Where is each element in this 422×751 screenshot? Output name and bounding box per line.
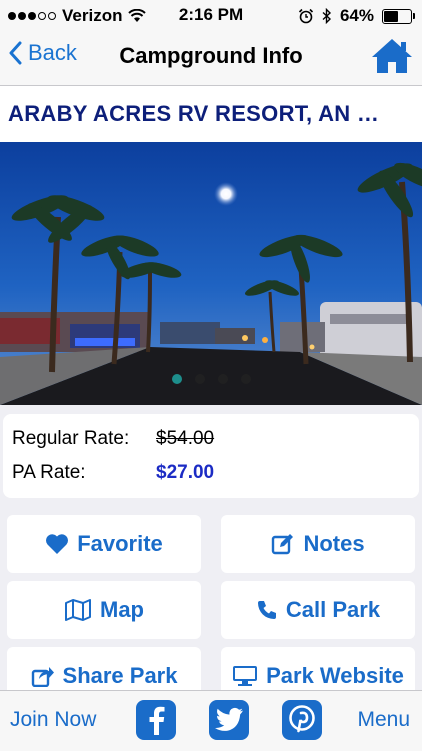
battery-percent: 64% (339, 6, 374, 25)
edit-note-icon (272, 534, 294, 555)
pa-rate-row: PA Rate: $27.00 (12, 462, 214, 484)
rates-card: Regular Rate: $54.00 PA Rate: $27.00 (3, 414, 419, 498)
facebook-icon (149, 706, 165, 735)
carousel-dot[interactable] (194, 374, 205, 384)
notes-label: Notes (303, 531, 365, 556)
back-button[interactable]: Back (8, 40, 77, 66)
park-website-label: Park Website (266, 663, 404, 688)
call-park-button[interactable]: Call Park (221, 581, 415, 639)
facebook-button[interactable] (136, 700, 176, 740)
twitter-icon (215, 707, 243, 731)
map-label: Map (100, 597, 144, 622)
favorite-button[interactable]: Favorite (7, 515, 201, 573)
regular-rate-label: Regular Rate: (12, 428, 130, 449)
park-name-header: ARABY ACRES RV RESORT, AN … (0, 86, 422, 142)
carousel-dot[interactable] (217, 374, 228, 384)
status-right: 64% (298, 6, 415, 26)
pa-rate-value: $27.00 (156, 462, 215, 483)
carousel-dot[interactable] (171, 374, 182, 384)
bottom-toolbar: Join Now Menu (0, 690, 422, 751)
desktop-icon (233, 666, 258, 686)
park-name: ARABY ACRES RV RESORT, AN … (8, 101, 380, 126)
back-label: Back (28, 40, 77, 65)
call-park-label: Call Park (285, 597, 381, 622)
heart-icon (46, 534, 69, 554)
chevron-left-icon (9, 41, 22, 65)
regular-rate-value: $54.00 (156, 428, 215, 449)
campground-photo[interactable] (0, 142, 422, 405)
join-now-link[interactable]: Join Now (10, 708, 96, 732)
home-icon (372, 39, 412, 73)
share-park-label: Share Park (62, 663, 178, 688)
photo-scene (0, 142, 422, 405)
pinterest-icon (289, 705, 315, 733)
favorite-label: Favorite (77, 531, 163, 556)
battery-icon (382, 8, 415, 24)
map-icon (65, 599, 91, 621)
twitter-button[interactable] (209, 700, 249, 740)
alarm-clock-icon (298, 8, 314, 24)
carousel-dot[interactable] (240, 374, 251, 384)
bluetooth-icon (322, 8, 331, 24)
pa-rate-label: PA Rate: (12, 462, 86, 483)
notes-button[interactable]: Notes (221, 515, 415, 573)
status-bar: Verizon 2:16 PM 64% (0, 0, 422, 30)
carousel-indicator (0, 374, 422, 384)
map-button[interactable]: Map (7, 581, 201, 639)
phone-icon (257, 601, 276, 619)
regular-rate-row: Regular Rate: $54.00 (12, 428, 214, 450)
menu-link[interactable]: Menu (357, 708, 410, 732)
pinterest-button[interactable] (282, 700, 322, 740)
share-icon (31, 667, 54, 687)
navigation-bar: Back Campground Info (0, 30, 422, 86)
home-button[interactable] (370, 36, 414, 76)
